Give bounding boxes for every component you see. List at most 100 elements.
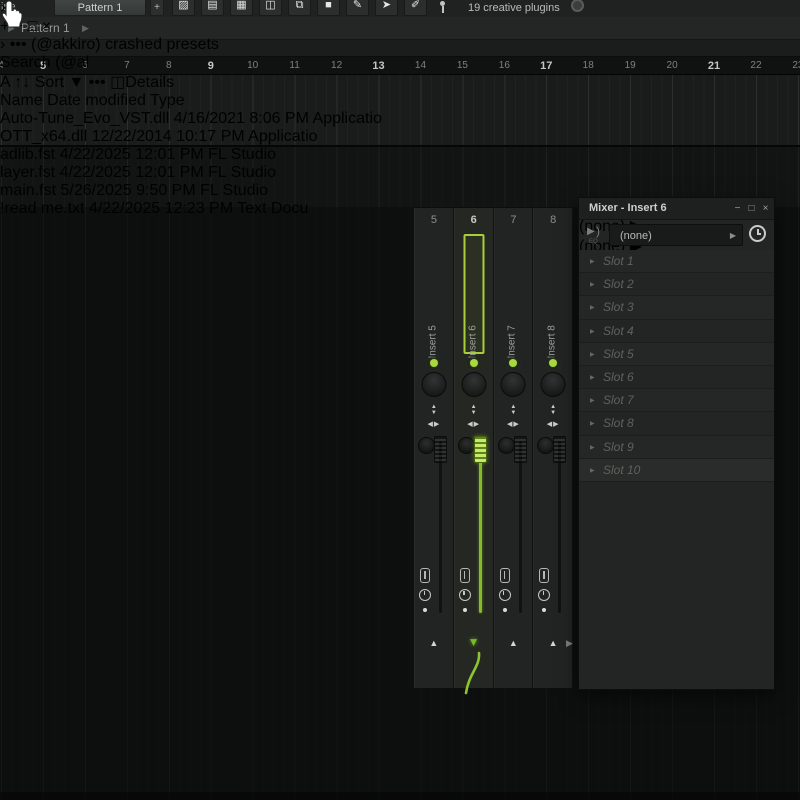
- strip-stereo-knob[interactable]: [418, 437, 435, 454]
- effect-slot[interactable]: ▶ Slot 4: [579, 320, 774, 343]
- window-maximize-button[interactable]: □: [28, 18, 38, 35]
- slot-mix-knob[interactable]: [732, 344, 753, 365]
- mixer-strip[interactable]: 7 Insert 7 ▲▼ ◀▶ ▲ ▼: [494, 208, 534, 688]
- search-box[interactable]: Search (@al: [0, 54, 382, 72]
- strip-stereo-knob[interactable]: [498, 437, 515, 454]
- file-row[interactable]: adlib.fst 4/22/2025 12:01 PM FL Studio: [0, 146, 382, 164]
- strip-clock-icon[interactable]: [459, 589, 471, 601]
- strip-left-right-arrows-icon[interactable]: ◀▶: [534, 420, 572, 428]
- slot-arrow-icon: ▶: [590, 467, 595, 474]
- route-cable: [455, 651, 495, 695]
- slot-mix-knob[interactable]: [732, 321, 753, 342]
- panel-clock-icon[interactable]: [749, 225, 766, 242]
- strip-route-arrow-icon[interactable]: ▲: [495, 638, 533, 648]
- strip-left-right-arrows-icon[interactable]: ◀▶: [495, 420, 533, 428]
- effect-slot[interactable]: ▶ Slot 1: [579, 250, 774, 273]
- slot-mix-knob[interactable]: [732, 251, 753, 272]
- panel-minimize-button[interactable]: −: [731, 201, 744, 216]
- file-date-modified: 4/22/2025 12:01 PM: [60, 164, 204, 181]
- details-panel-icon: ◫: [110, 74, 125, 91]
- panel-close-button[interactable]: ×: [759, 201, 772, 216]
- strip-clock-icon[interactable]: [419, 589, 431, 601]
- file-row[interactable]: !read me.txt 4/22/2025 12:23 PM Text Doc…: [0, 200, 382, 218]
- effect-slot[interactable]: ▶ Slot 8: [579, 412, 774, 435]
- effect-slot[interactable]: ▶ Slot 6: [579, 366, 774, 389]
- strip-fader-handle[interactable]: [474, 436, 487, 463]
- effect-slot[interactable]: ▶ Slot 5: [579, 343, 774, 366]
- strip-route-target-arrow-icon[interactable]: ▼: [455, 635, 493, 649]
- strip-pan-knob[interactable]: [501, 372, 526, 397]
- strip-pan-knob[interactable]: [541, 372, 566, 397]
- brush-tool-icon[interactable]: ✐: [404, 0, 427, 16]
- strip-fader-handle[interactable]: [434, 436, 447, 463]
- slot-mix-knob[interactable]: [732, 390, 753, 411]
- slot-mix-knob[interactable]: [732, 297, 753, 318]
- strip-pan-knob[interactable]: [461, 372, 486, 397]
- effect-slot[interactable]: ▶ Slot 10: [579, 459, 774, 482]
- strip-up-down-arrows-icon[interactable]: ▲▼: [455, 404, 493, 416]
- file-row[interactable]: OTT_x64.dll 12/22/2014 10:17 PM Applicat…: [0, 128, 382, 146]
- mixer-strips: 5 Insert 5 ▲▼ ◀▶ ▲ ▼ 6 Insert 6 ▲▼ ◀▶ ▲ …: [414, 207, 573, 688]
- panel-maximize-button[interactable]: □: [745, 201, 758, 216]
- slot-mix-knob[interactable]: [732, 367, 753, 388]
- effect-slot[interactable]: ▶ Slot 9: [579, 436, 774, 459]
- strip-up-down-arrows-icon[interactable]: ▲▼: [495, 404, 533, 416]
- search-input[interactable]: Search (@al: [0, 54, 89, 71]
- effect-slot[interactable]: ▶ Slot 2: [579, 273, 774, 296]
- sort-button[interactable]: ↑↓ Sort ▼: [14, 74, 84, 91]
- grid-bottom-shade: [0, 792, 800, 800]
- strip-switch-icon[interactable]: [500, 568, 510, 583]
- window-close-button[interactable]: ×: [42, 18, 51, 35]
- mixer-strip[interactable]: 6 Insert 6 ▲▼ ◀▶ ▲ ▼: [454, 208, 494, 688]
- strip-up-down-arrows-icon[interactable]: ▲▼: [415, 404, 453, 416]
- more-options-button[interactable]: •••: [89, 74, 106, 91]
- slot-mix-knob[interactable]: [732, 274, 753, 295]
- file-date-modified: 12/22/2014 10:17 PM: [92, 128, 245, 145]
- strip-fader-handle[interactable]: [514, 436, 527, 463]
- strip-pan-knob[interactable]: [421, 372, 446, 397]
- pin-icon[interactable]: [437, 1, 447, 14]
- strip-left-right-arrows-icon[interactable]: ◀▶: [415, 420, 453, 428]
- strip-stereo-knob[interactable]: [458, 437, 475, 454]
- column-header-name[interactable]: Name: [0, 92, 43, 109]
- slot-mix-knob[interactable]: [732, 460, 753, 481]
- strip-up-down-arrows-icon[interactable]: ▲▼: [534, 404, 572, 416]
- strip-stereo-knob[interactable]: [537, 437, 554, 454]
- explorer-tab[interactable]: ×: [0, 0, 382, 18]
- strip-switch-icon[interactable]: [460, 568, 470, 583]
- strip-mute-led[interactable]: [549, 359, 557, 367]
- column-header-type[interactable]: Type: [150, 92, 185, 109]
- strip-switch-icon[interactable]: [539, 568, 549, 583]
- strip-fader-handle[interactable]: [553, 436, 566, 463]
- file-row[interactable]: main.fst 5/26/2025 9:50 PM FL Studio: [0, 182, 382, 200]
- strip-mute-led[interactable]: [509, 359, 517, 367]
- strip-mute-led[interactable]: [430, 359, 438, 367]
- address-path[interactable]: (@akkiro) crashed presets: [31, 36, 219, 53]
- details-view-button[interactable]: ◫Details: [110, 74, 174, 91]
- effect-slot[interactable]: ▶ Slot 3: [579, 296, 774, 319]
- strip-clock-icon[interactable]: [538, 589, 550, 601]
- mixer-panel-titlebar[interactable]: Mixer - Insert 6 − □ ×: [579, 198, 774, 220]
- strip-left-right-arrows-icon[interactable]: ◀▶: [455, 420, 493, 428]
- file-type: Applicatio: [248, 128, 317, 145]
- strip-switch-icon[interactable]: [420, 568, 430, 583]
- file-row[interactable]: Auto-Tune_Evo_VST.dll 4/16/2021 8:06 PM …: [0, 110, 382, 128]
- strip-mute-led[interactable]: [470, 359, 478, 367]
- slot-mix-knob[interactable]: [732, 413, 753, 434]
- mixer-strip[interactable]: 5 Insert 5 ▲▼ ◀▶ ▲ ▼: [414, 208, 454, 688]
- slot-mix-knob[interactable]: [732, 437, 753, 458]
- top-plugin-selector[interactable]: (none) ▶: [609, 224, 743, 246]
- column-header-date[interactable]: Date modified: [47, 92, 146, 109]
- address-bar[interactable]: › ••• (@akkiro) crashed presets: [0, 36, 382, 54]
- strip-clock-icon[interactable]: [499, 589, 511, 601]
- eq-speaker-icon[interactable]: EQ: [587, 224, 605, 242]
- chevron-right-icon[interactable]: ›: [0, 36, 5, 53]
- effect-slot[interactable]: ▶ Slot 7: [579, 389, 774, 412]
- file-row[interactable]: layer.fst 4/22/2025 12:01 PM FL Studio: [0, 164, 382, 182]
- mixer-strip[interactable]: 8 Insert 8 ▲▼ ◀▶ ▲ ▼: [533, 208, 573, 688]
- strip-route-arrow-icon[interactable]: ▲: [415, 638, 453, 648]
- slot-label: Slot 5: [603, 347, 634, 361]
- path-ellipsis-icon[interactable]: •••: [10, 36, 27, 53]
- rename-icon[interactable]: A: [0, 74, 10, 91]
- mixer-scroll-chevron-icon[interactable]: ▶: [566, 638, 573, 649]
